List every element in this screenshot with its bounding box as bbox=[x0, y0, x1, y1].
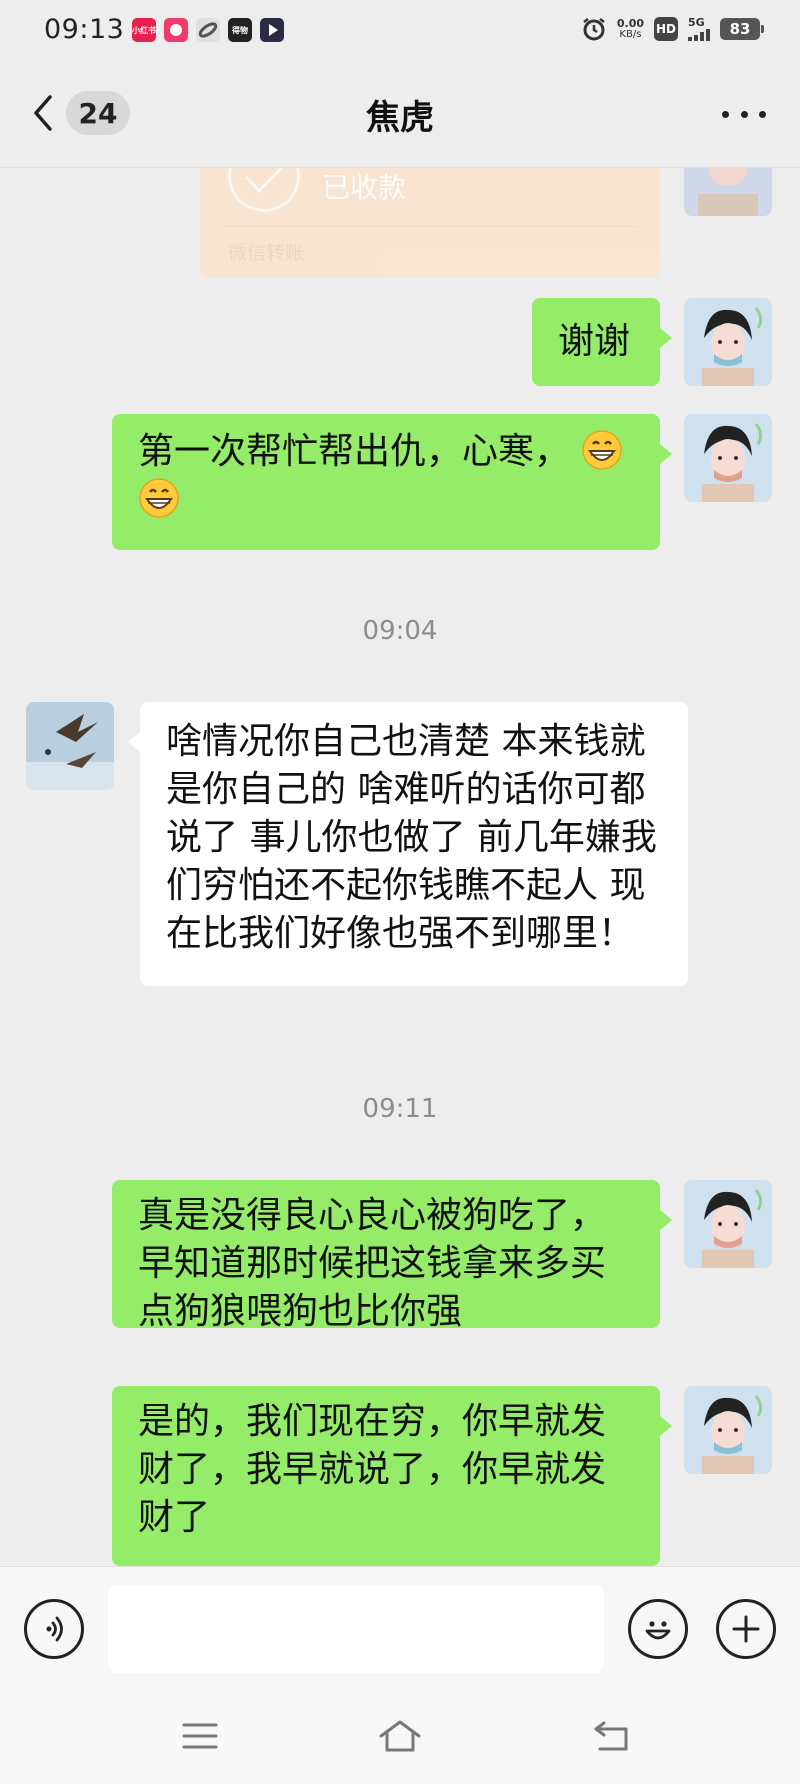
hd-icon: HD bbox=[654, 17, 678, 41]
home-icon bbox=[379, 1720, 421, 1752]
message-list[interactable]: 已收款 微信转账 谢谢 第一次帮忙帮出仇，心寒， 09:04 啥情况你自己也清楚… bbox=[0, 168, 800, 1566]
divider bbox=[224, 226, 636, 227]
message-timestamp: 09:11 bbox=[362, 1094, 438, 1124]
network-speed: 0.00 KB/s bbox=[617, 18, 644, 40]
more-options-button[interactable] bbox=[722, 102, 766, 126]
more-dot-icon bbox=[759, 110, 766, 118]
message-text: 啥情况你自己也清楚 本来钱就是你自己的 啥难听的话你可都说了 事儿你也做了 前几… bbox=[166, 721, 657, 954]
avatar-image bbox=[684, 1386, 772, 1474]
my-avatar[interactable] bbox=[684, 1386, 772, 1474]
my-avatar[interactable] bbox=[684, 414, 772, 502]
my-avatar[interactable] bbox=[684, 1180, 772, 1268]
emoji-button[interactable] bbox=[628, 1599, 688, 1659]
grinning-face-emoji-icon bbox=[582, 430, 623, 470]
video-app-icon-label: 小红书 bbox=[132, 25, 156, 35]
message-input[interactable] bbox=[108, 1585, 604, 1673]
message-bubble-sent[interactable]: 第一次帮忙帮出仇，心寒， bbox=[112, 414, 672, 550]
message-bubble-sent[interactable]: 真是没得良心良心被狗吃了，早知道那时候把这钱拿来多买点狗狼喂狗也比你强 bbox=[112, 1180, 672, 1332]
more-dot-icon bbox=[722, 110, 729, 118]
message-bubble-received[interactable]: 啥情况你自己也清楚 本来钱就是你自己的 啥难听的话你可都说了 事儿你也做了 前几… bbox=[128, 702, 688, 986]
message-bubble-sent[interactable]: 谢谢 bbox=[532, 298, 672, 386]
chat-header: 24 焦虎 bbox=[0, 62, 800, 168]
avatar-image bbox=[684, 298, 772, 386]
network-type: 5G bbox=[688, 16, 705, 29]
home-button[interactable] bbox=[376, 1714, 424, 1758]
voice-icon bbox=[46, 1616, 63, 1642]
battery-icon: 83 bbox=[720, 18, 764, 40]
transfer-label: 微信转账 bbox=[228, 242, 305, 264]
network-speed-unit: KB/s bbox=[619, 29, 642, 40]
message-timestamp: 09:04 bbox=[362, 616, 438, 646]
recent-apps-button[interactable] bbox=[176, 1714, 224, 1758]
network-speed-value: 0.00 bbox=[616, 17, 644, 30]
chat-title: 焦虎 bbox=[366, 98, 434, 138]
message-text: 谢谢 bbox=[558, 321, 631, 362]
contact-avatar[interactable] bbox=[26, 702, 114, 790]
check-circle-icon bbox=[228, 168, 300, 212]
plus-icon bbox=[732, 1615, 760, 1643]
message-text: 是的，我们现在穷，你早就发财了，我早就说了，你早就发财了 bbox=[138, 1401, 607, 1538]
signal-bars bbox=[688, 29, 710, 41]
news-app-icon: 得物 bbox=[228, 18, 252, 42]
my-avatar[interactable] bbox=[684, 168, 772, 216]
status-time: 09:13 bbox=[44, 14, 125, 45]
back-nav-button[interactable] bbox=[588, 1714, 636, 1758]
status-right-icons: 0.00 KB/s HD 5G 83 bbox=[581, 16, 764, 42]
avatar-image bbox=[684, 414, 772, 502]
shopping-app-icon bbox=[164, 18, 188, 42]
back-arrow-icon bbox=[594, 1721, 628, 1751]
menu-icon bbox=[182, 1723, 218, 1749]
system-navigation-bar bbox=[0, 1690, 800, 1784]
smiley-icon bbox=[645, 1621, 671, 1640]
avatar-image bbox=[26, 702, 114, 790]
message-bubble-sent[interactable]: 是的，我们现在穷，你早就发财了，我早就说了，你早就发财了 bbox=[112, 1386, 672, 1566]
link-app-icon bbox=[196, 18, 220, 42]
message-text: 真是没得良心良心被狗吃了，早知道那时候把这钱拿来多买点狗狼喂狗也比你强 bbox=[138, 1195, 607, 1332]
grinning-face-emoji-icon bbox=[139, 478, 179, 518]
message-text: 第一次帮忙帮出仇，心寒， bbox=[138, 431, 571, 472]
notification-icons: 小红书 得物 bbox=[132, 18, 284, 42]
alarm-icon bbox=[583, 18, 605, 41]
play-app-icon bbox=[260, 18, 284, 42]
more-dot-icon bbox=[740, 110, 748, 118]
input-bar bbox=[0, 1566, 800, 1690]
avatar-image bbox=[684, 1180, 772, 1268]
status-bar: 09:13 小红书 得物 0.00 KB/s HD 5G 83 bbox=[0, 0, 800, 62]
voice-input-button[interactable] bbox=[24, 1599, 84, 1659]
transfer-status: 已收款 bbox=[322, 171, 407, 204]
my-avatar[interactable] bbox=[684, 298, 772, 386]
more-actions-button[interactable] bbox=[716, 1599, 776, 1659]
signal-icon: 5G bbox=[688, 17, 710, 41]
transfer-card[interactable]: 已收款 微信转账 bbox=[200, 168, 660, 278]
news-app-icon-label: 得物 bbox=[232, 25, 248, 35]
video-app-icon: 小红书 bbox=[132, 18, 156, 42]
